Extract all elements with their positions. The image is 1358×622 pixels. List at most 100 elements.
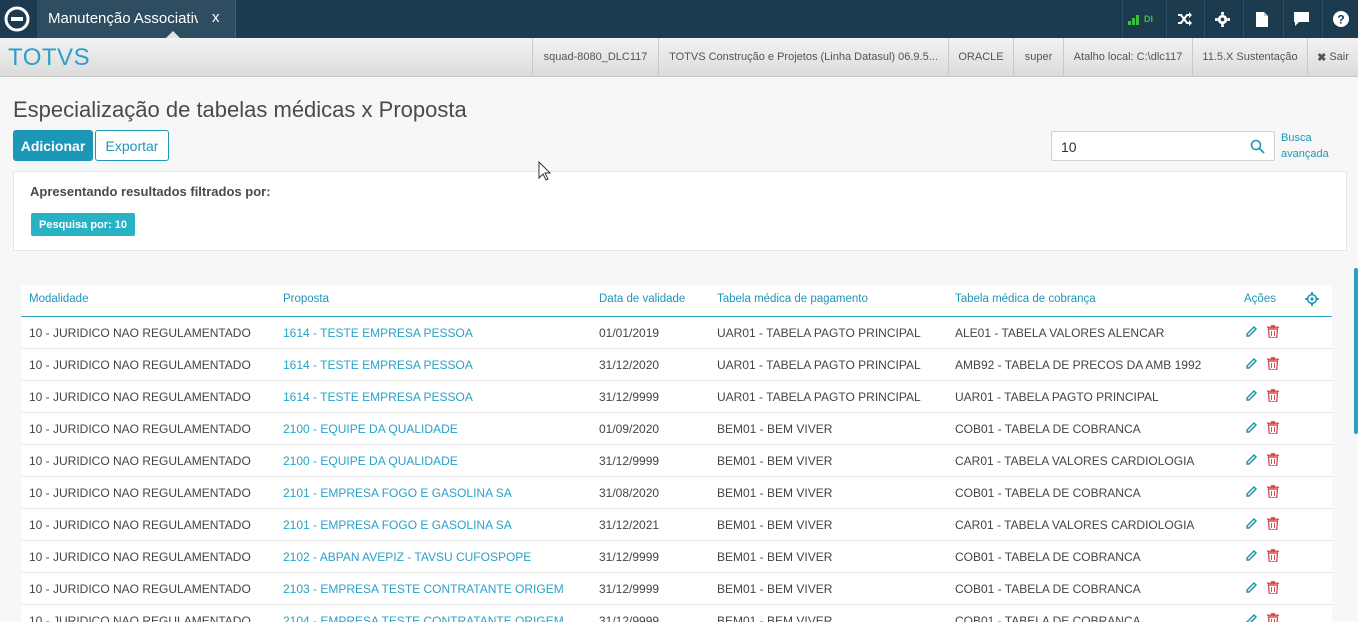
header-acoes: Ações: [1244, 293, 1276, 305]
cell-modalidade: 10 - JURIDICO NAO REGULAMENTADO: [29, 614, 251, 622]
edit-icon[interactable]: [1245, 549, 1258, 567]
table-row[interactable]: 10 - JURIDICO NAO REGULAMENTADO 2101 - EM…: [21, 509, 1332, 541]
cell-data: 31/12/9999: [599, 390, 660, 404]
help-icon[interactable]: ?: [1322, 0, 1358, 38]
export-button[interactable]: Exportar: [95, 130, 169, 161]
cell-pagamento: BEM01 - BEM VIVER: [717, 550, 833, 564]
header-tabela-pagamento[interactable]: Tabela médica de pagamento: [717, 293, 868, 305]
cell-proposta[interactable]: 2102 - ABPAN AVEPIZ - TAVSU CUFOSPOPE: [283, 550, 531, 564]
edit-icon[interactable]: [1245, 485, 1258, 503]
info-version: 11.5.X Sustentação: [1192, 38, 1307, 76]
cell-pagamento: BEM01 - BEM VIVER: [717, 422, 833, 436]
cell-data: 31/12/9999: [599, 550, 660, 564]
info-database: ORACLE: [948, 38, 1013, 76]
logout-button[interactable]: ✖ Sair: [1307, 38, 1358, 76]
info-bar: TOTVS squad-8080_DLC117 TOTVS Construção…: [0, 38, 1358, 77]
table-row[interactable]: 10 - JURIDICO NAO REGULAMENTADO 2100 - EQ…: [21, 445, 1332, 477]
cell-modalidade: 10 - JURIDICO NAO REGULAMENTADO: [29, 326, 251, 340]
edit-icon[interactable]: [1245, 421, 1258, 439]
totvs-logo-icon[interactable]: [4, 6, 30, 32]
table-row[interactable]: 10 - JURIDICO NAO REGULAMENTADO 2104 - EM…: [21, 605, 1332, 622]
cell-data: 31/12/9999: [599, 582, 660, 596]
edit-icon[interactable]: [1245, 325, 1258, 343]
tab-manutencao[interactable]: Manutenção Associativa x: [37, 0, 236, 38]
edit-icon[interactable]: [1245, 389, 1258, 407]
filter-title: Apresentando resultados filtrados por:: [30, 184, 271, 199]
page-title: Especialização de tabelas médicas x Prop…: [13, 97, 467, 122]
edit-icon[interactable]: [1245, 613, 1258, 622]
edit-icon[interactable]: [1245, 517, 1258, 535]
document-icon[interactable]: [1243, 0, 1279, 38]
header-modalidade[interactable]: Modalidade: [29, 293, 88, 305]
info-shortcut: Atalho local: C:\dlc117: [1063, 38, 1192, 76]
header-proposta[interactable]: Proposta: [283, 293, 329, 305]
search-icon[interactable]: [1250, 139, 1265, 159]
cell-proposta[interactable]: 2104 - EMPRESA TESTE CONTRATANTE ORIGEM: [283, 614, 564, 622]
cell-cobranca: ALE01 - TABELA VALORES ALENCAR: [955, 326, 1165, 340]
column-settings-icon[interactable]: [1305, 292, 1319, 311]
table-row[interactable]: 10 - JURIDICO NAO REGULAMENTADO 2101 - EM…: [21, 477, 1332, 509]
chat-icon[interactable]: [1283, 0, 1319, 38]
search-input[interactable]: 10: [1051, 131, 1275, 161]
delete-icon[interactable]: [1267, 517, 1279, 535]
gear-icon[interactable]: [1204, 0, 1240, 38]
add-button[interactable]: Adicionar: [13, 130, 93, 161]
top-bar: Manutenção Associativa x DI ?: [0, 0, 1358, 38]
edit-icon[interactable]: [1245, 581, 1258, 599]
logout-label: Sair: [1329, 51, 1349, 63]
table-row[interactable]: 10 - JURIDICO NAO REGULAMENTADO 1614 - TE…: [21, 381, 1332, 413]
tab-label: Manutenção Associativa: [48, 10, 198, 27]
cell-cobranca: COB01 - TABELA DE COBRANCA: [955, 614, 1141, 622]
cell-pagamento: BEM01 - BEM VIVER: [717, 518, 833, 532]
table-row[interactable]: 10 - JURIDICO NAO REGULAMENTADO 2103 - EM…: [21, 573, 1332, 605]
cell-proposta[interactable]: 1614 - TESTE EMPRESA PESSOA: [283, 358, 473, 372]
delete-icon[interactable]: [1267, 325, 1279, 343]
delete-icon[interactable]: [1267, 613, 1279, 622]
cell-proposta[interactable]: 2101 - EMPRESA FOGO E GASOLINA SA: [283, 486, 512, 500]
results-table: Modalidade Proposta Data de validade Tab…: [21, 286, 1332, 622]
brand-title: TOTVS: [8, 44, 91, 71]
filter-tag[interactable]: Pesquisa por: 10: [31, 213, 136, 236]
delete-icon[interactable]: [1267, 421, 1279, 439]
filter-panel: Apresentando resultados filtrados por: P…: [13, 171, 1347, 251]
cell-proposta[interactable]: 1614 - TESTE EMPRESA PESSOA: [283, 390, 473, 404]
cell-proposta[interactable]: 2100 - EQUIPE DA QUALIDADE: [283, 422, 458, 436]
cell-modalidade: 10 - JURIDICO NAO REGULAMENTADO: [29, 358, 251, 372]
cell-data: 01/09/2020: [599, 422, 660, 436]
table-row[interactable]: 10 - JURIDICO NAO REGULAMENTADO 2102 - AB…: [21, 541, 1332, 573]
edit-icon[interactable]: [1245, 453, 1258, 471]
table-header: Modalidade Proposta Data de validade Tab…: [21, 286, 1332, 317]
scrollbar[interactable]: [1354, 268, 1358, 434]
shuffle-icon[interactable]: [1166, 0, 1202, 38]
delete-icon[interactable]: [1267, 389, 1279, 407]
cell-pagamento: UAR01 - TABELA PAGTO PRINCIPAL: [717, 326, 921, 340]
header-data-validade[interactable]: Data de validade: [599, 293, 685, 305]
cell-data: 31/12/9999: [599, 454, 660, 468]
mouse-cursor-icon: [538, 160, 552, 186]
cell-data: 31/12/2021: [599, 518, 660, 532]
delete-icon[interactable]: [1267, 485, 1279, 503]
header-tabela-cobranca[interactable]: Tabela médica de cobrança: [955, 293, 1096, 305]
info-server: squad-8080_DLC117: [532, 38, 658, 76]
table-row[interactable]: 10 - JURIDICO NAO REGULAMENTADO 1614 - TE…: [21, 349, 1332, 381]
signal-icon[interactable]: DI: [1122, 0, 1158, 38]
delete-icon[interactable]: [1267, 549, 1279, 567]
cell-proposta[interactable]: 2100 - EQUIPE DA QUALIDADE: [283, 454, 458, 468]
cell-pagamento: BEM01 - BEM VIVER: [717, 582, 833, 596]
cell-cobranca: CAR01 - TABELA VALORES CARDIOLOGIA: [955, 454, 1195, 468]
advanced-search-link[interactable]: Busca avançada: [1281, 130, 1341, 162]
table-row[interactable]: 10 - JURIDICO NAO REGULAMENTADO 1614 - TE…: [21, 317, 1332, 349]
table-row[interactable]: 10 - JURIDICO NAO REGULAMENTADO 2100 - EQ…: [21, 413, 1332, 445]
svg-text:?: ?: [1337, 13, 1344, 27]
tab-close-icon[interactable]: x: [212, 9, 220, 26]
cell-proposta[interactable]: 2103 - EMPRESA TESTE CONTRATANTE ORIGEM: [283, 582, 564, 596]
cell-modalidade: 10 - JURIDICO NAO REGULAMENTADO: [29, 518, 251, 532]
delete-icon[interactable]: [1267, 453, 1279, 471]
info-user: super: [1013, 38, 1063, 76]
edit-icon[interactable]: [1245, 357, 1258, 375]
cell-proposta[interactable]: 2101 - EMPRESA FOGO E GASOLINA SA: [283, 518, 512, 532]
delete-icon[interactable]: [1267, 357, 1279, 375]
cell-modalidade: 10 - JURIDICO NAO REGULAMENTADO: [29, 582, 251, 596]
delete-icon[interactable]: [1267, 581, 1279, 599]
cell-proposta[interactable]: 1614 - TESTE EMPRESA PESSOA: [283, 326, 473, 340]
